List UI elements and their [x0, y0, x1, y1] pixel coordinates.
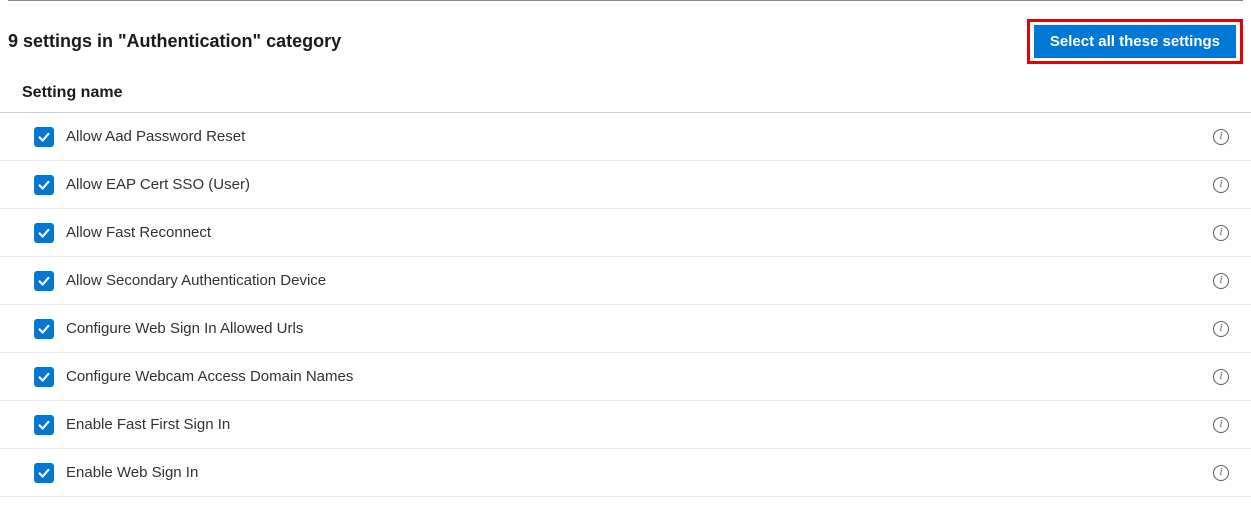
setting-label: Allow Fast Reconnect — [66, 224, 1201, 241]
check-icon — [37, 418, 51, 432]
check-icon — [37, 466, 51, 480]
setting-row[interactable]: Configure Webcam Access Domain Names — [0, 353, 1251, 401]
setting-label: Configure Webcam Access Domain Names — [66, 368, 1201, 385]
checkbox[interactable] — [34, 175, 54, 195]
setting-label: Allow Secondary Authentication Device — [66, 272, 1201, 289]
checkbox-wrap — [34, 127, 54, 147]
checkbox-wrap — [34, 367, 54, 387]
info-icon[interactable] — [1213, 465, 1229, 481]
checkbox-wrap — [34, 175, 54, 195]
setting-row[interactable]: Allow Secondary Authentication Device — [0, 257, 1251, 305]
setting-row[interactable]: Enable Web Sign In — [0, 449, 1251, 497]
select-all-button[interactable]: Select all these settings — [1034, 25, 1236, 58]
check-icon — [37, 130, 51, 144]
checkbox-wrap — [34, 463, 54, 483]
header-row: 9 settings in "Authentication" category … — [0, 1, 1251, 78]
settings-list-wrap: Allow Aad Password Reset Allow EAP Cert S… — [0, 113, 1251, 505]
info-icon[interactable] — [1213, 129, 1229, 145]
select-all-highlight: Select all these settings — [1027, 19, 1243, 64]
checkbox[interactable] — [34, 127, 54, 147]
setting-row[interactable]: Configure Web Sign In Allowed Urls — [0, 305, 1251, 353]
info-icon[interactable] — [1213, 369, 1229, 385]
check-icon — [37, 226, 51, 240]
info-icon[interactable] — [1213, 177, 1229, 193]
checkbox[interactable] — [34, 415, 54, 435]
info-icon[interactable] — [1213, 225, 1229, 241]
setting-label: Enable Web Sign In — [66, 464, 1201, 481]
setting-label: Configure Web Sign In Allowed Urls — [66, 320, 1201, 337]
column-header-setting-name: Setting name — [0, 78, 1251, 113]
checkbox[interactable] — [34, 367, 54, 387]
setting-label: Allow Aad Password Reset — [66, 128, 1201, 145]
info-icon[interactable] — [1213, 417, 1229, 433]
setting-row[interactable]: Allow EAP Cert SSO (User) — [0, 161, 1251, 209]
info-icon[interactable] — [1213, 273, 1229, 289]
setting-row[interactable]: Allow Aad Password Reset — [0, 113, 1251, 161]
setting-row[interactable]: Allow Fast Reconnect — [0, 209, 1251, 257]
check-icon — [37, 274, 51, 288]
info-icon[interactable] — [1213, 321, 1229, 337]
scroll-spacer — [0, 497, 1251, 505]
checkbox-wrap — [34, 223, 54, 243]
checkbox-wrap — [34, 319, 54, 339]
checkbox[interactable] — [34, 319, 54, 339]
check-icon — [37, 370, 51, 384]
checkbox[interactable] — [34, 271, 54, 291]
checkbox[interactable] — [34, 463, 54, 483]
setting-row[interactable]: Enable Fast First Sign In — [0, 401, 1251, 449]
check-icon — [37, 178, 51, 192]
setting-label: Allow EAP Cert SSO (User) — [66, 176, 1201, 193]
checkbox-wrap — [34, 415, 54, 435]
checkbox[interactable] — [34, 223, 54, 243]
settings-list-scroll[interactable]: Allow Aad Password Reset Allow EAP Cert S… — [0, 113, 1251, 505]
checkbox-wrap — [34, 271, 54, 291]
category-title: 9 settings in "Authentication" category — [8, 31, 341, 52]
setting-label: Enable Fast First Sign In — [66, 416, 1201, 433]
check-icon — [37, 322, 51, 336]
